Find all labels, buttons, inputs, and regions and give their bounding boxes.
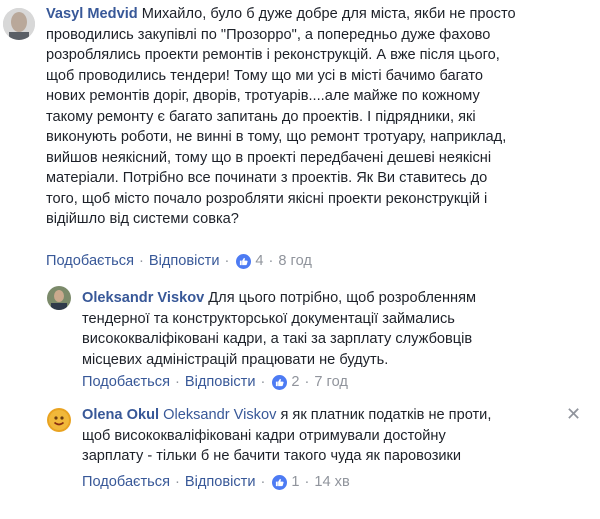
separator: · — [268, 253, 274, 269]
comment-line: зарплату - тільки б не бачити такого чуд… — [82, 448, 462, 464]
separator: · — [260, 374, 266, 390]
comment-actions: Подобається · Відповісти · 2 · 7 год — [82, 374, 348, 390]
comment-body: Vasyl Medvid Михайло, було б дуже добре … — [46, 4, 516, 230]
comment-line: тендерної та конструкторської документац… — [82, 310, 455, 327]
comment-line: такому ремонту є багато запитань до прое… — [46, 108, 476, 125]
like-count[interactable]: 4 — [255, 253, 263, 269]
like-link[interactable]: Подобається — [82, 374, 170, 390]
comment-timestamp[interactable]: 8 год — [278, 253, 311, 269]
avatar[interactable] — [47, 408, 71, 432]
comment-line: відійшло від системи совка? — [46, 211, 239, 227]
comment-line: щоб висококваліфіковані кадри отримували… — [82, 427, 446, 444]
comment-timestamp[interactable]: 7 год — [314, 374, 347, 390]
comment-line: матеріали. Потрібно все починати з проек… — [46, 170, 488, 186]
comment-line: щоб проводились тендери! Тому що ми усі … — [46, 67, 484, 84]
separator: · — [224, 253, 230, 269]
comment-timestamp[interactable]: 14 хв — [314, 474, 349, 490]
comment-line: того, щоб місто почало розробляти якісні… — [46, 190, 488, 207]
like-link[interactable]: Подобається — [82, 474, 170, 490]
avatar[interactable] — [47, 286, 71, 310]
comment-line: я як платник податків не проти, — [280, 407, 492, 423]
comment-body: Oleksandr Viskov Для цього потрібно, щоб… — [82, 288, 476, 370]
separator: · — [260, 474, 266, 490]
comment-actions: Подобається · Відповісти · 1 · 14 хв — [82, 474, 350, 490]
like-icon[interactable] — [236, 253, 252, 269]
mention-link[interactable]: Oleksandr Viskov — [163, 407, 276, 423]
comment-line: розроблялись проекти ремонтів і реконстр… — [46, 47, 500, 63]
like-icon[interactable] — [272, 474, 288, 490]
reply-link[interactable]: Відповісти — [185, 474, 256, 490]
separator: · — [304, 374, 310, 390]
reply-link[interactable]: Відповісти — [149, 253, 220, 269]
comment-line: Михайло, було б дуже добре для міста, як… — [141, 6, 516, 22]
separator: · — [139, 253, 144, 269]
comment-author[interactable]: Oleksandr Viskov — [82, 290, 204, 306]
close-icon[interactable]: ✕ — [566, 405, 581, 423]
reply-link[interactable]: Відповісти — [185, 374, 256, 390]
comment-author[interactable]: Olena Okul — [82, 407, 159, 423]
comment-line: місцевих адміністрацій працювати не буду… — [82, 351, 389, 368]
comment-line: проводились закупівлі по "Прозорро", а п… — [46, 26, 491, 43]
avatar[interactable] — [3, 8, 35, 40]
comment-line: нових ремонтів доріг, дворів, тротуарів.… — [46, 88, 480, 104]
comment-body: Olena Okul Oleksandr Viskov я як платник… — [82, 405, 491, 467]
comment-line: вийшов неякісний, тому що в проекті пере… — [46, 149, 492, 166]
like-icon[interactable] — [272, 374, 288, 390]
comment-author[interactable]: Vasyl Medvid — [46, 6, 138, 22]
like-count[interactable]: 1 — [291, 474, 299, 490]
separator: · — [304, 474, 310, 490]
comment-line: висококваліфіковані кадри, а такі за зар… — [82, 331, 473, 347]
separator: · — [175, 374, 180, 390]
like-count[interactable]: 2 — [291, 374, 299, 390]
comment-line: Для цього потрібно, щоб розробленням — [208, 290, 477, 306]
separator: · — [175, 474, 180, 490]
comment-actions: Подобається · Відповісти · 4 · 8 год — [46, 253, 312, 269]
like-link[interactable]: Подобається — [46, 253, 134, 269]
comment-line: виконують роботи, не винні в тому, що ре… — [46, 129, 507, 145]
